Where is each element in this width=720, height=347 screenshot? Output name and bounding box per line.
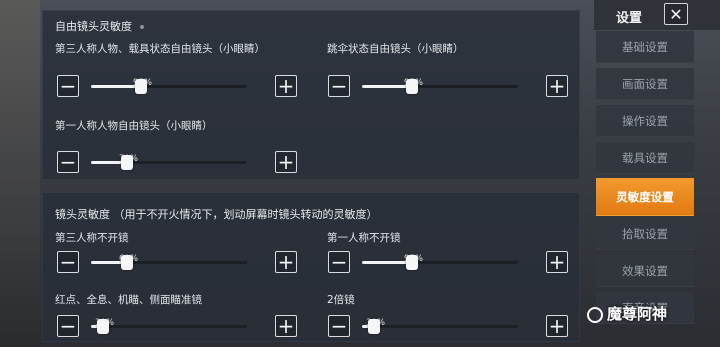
slider-third-person-free-camera: − 97% +	[57, 73, 307, 103]
watermark-text: 魔尊阿神	[607, 305, 668, 323]
slider-track[interactable]: 97%	[362, 78, 518, 94]
slider-label: 跳伞状态自由镜头（小眼睛）	[327, 43, 464, 55]
increase-button[interactable]: +	[546, 315, 568, 337]
section-title-text: 自由镜头灵敏度	[55, 20, 132, 33]
slider-thumb[interactable]	[368, 319, 380, 334]
decrease-button[interactable]: −	[57, 75, 79, 97]
minus-icon: −	[59, 250, 77, 274]
camera-sensitivity-panel: 镜头灵敏度 （用于不开火情况下，划动屏幕时镜头转动的灵敏度） 第三人称不开镜 −…	[42, 192, 580, 342]
slider-thumb[interactable]	[121, 155, 133, 170]
slider-red-dot-scope: − 30% +	[57, 313, 307, 341]
slider-label: 第一人称人物自由镜头（小眼睛）	[55, 120, 213, 132]
slider-label: 第一人称不开镜	[327, 232, 401, 244]
slider-first-person-free-camera: − 70% +	[57, 149, 307, 179]
plus-icon: +	[277, 74, 295, 98]
slider-label: 2倍镜	[327, 294, 355, 306]
minus-icon: −	[330, 250, 348, 274]
sidebar-item-vehicle[interactable]: 载具设置	[596, 142, 694, 174]
slider-label: 第三人称不开镜	[55, 232, 129, 244]
increase-button[interactable]: +	[275, 75, 297, 97]
slider-2x-scope: − 30% +	[328, 313, 578, 341]
increase-button[interactable]: +	[546, 251, 568, 273]
wechat-icon	[587, 306, 603, 323]
decrease-button[interactable]: −	[57, 315, 79, 337]
section-title-camera: 镜头灵敏度 （用于不开火情况下，划动屏幕时镜头转动的灵敏度）	[55, 208, 378, 221]
slider-third-person-no-scope: − 69% +	[57, 249, 307, 279]
sidebar-header: 设置 ✕	[594, 0, 720, 30]
slider-thumb[interactable]	[135, 79, 147, 94]
watermark: 魔尊阿神	[587, 303, 667, 324]
close-icon: ✕	[669, 4, 683, 24]
slider-track[interactable]: 69%	[91, 254, 247, 270]
decrease-button[interactable]: −	[57, 251, 79, 273]
sidebar-item-basic[interactable]: 基础设置	[596, 31, 694, 63]
slider-parachute-free-camera: − 97% +	[328, 73, 578, 103]
sidebar-item-controls[interactable]: 操作设置	[596, 105, 694, 137]
plus-icon: +	[548, 74, 566, 98]
plus-icon: +	[548, 314, 566, 338]
slider-track[interactable]: 70%	[91, 154, 247, 170]
slider-thumb[interactable]	[97, 319, 109, 334]
plus-icon: +	[277, 314, 295, 338]
minus-icon: −	[59, 74, 77, 98]
close-button[interactable]: ✕	[664, 3, 688, 25]
slider-track[interactable]: 97%	[91, 78, 247, 94]
slider-thumb[interactable]	[406, 79, 418, 94]
sidebar-item-sensitivity[interactable]: 灵敏度设置	[596, 178, 694, 216]
slider-track[interactable]: 30%	[362, 318, 518, 334]
minus-icon: −	[59, 314, 77, 338]
slider-label: 第三人称人物、载具状态自由镜头（小眼睛）	[55, 43, 265, 55]
minus-icon: −	[330, 314, 348, 338]
minus-icon: −	[330, 74, 348, 98]
decrease-button[interactable]: −	[328, 251, 350, 273]
free-camera-sensitivity-panel: 自由镜头灵敏度 第三人称人物、载具状态自由镜头（小眼睛） − 97% + 跳伞状…	[42, 10, 580, 180]
info-dot-icon	[140, 25, 144, 29]
section-title-free-camera: 自由镜头灵敏度	[55, 18, 144, 34]
slider-track[interactable]: 97%	[362, 254, 518, 270]
slider-thumb[interactable]	[121, 255, 133, 270]
slider-track[interactable]: 30%	[91, 318, 247, 334]
decrease-button[interactable]: −	[328, 75, 350, 97]
background-left	[0, 0, 40, 347]
sidebar-item-graphics[interactable]: 画面设置	[596, 68, 694, 100]
slider-label: 红点、全息、机瞄、侧面瞄准镜	[55, 294, 202, 306]
increase-button[interactable]: +	[275, 251, 297, 273]
minus-icon: −	[59, 150, 77, 174]
plus-icon: +	[277, 150, 295, 174]
sidebar-item-pickup[interactable]: 拾取设置	[596, 218, 694, 250]
slider-first-person-no-scope: − 97% +	[328, 249, 578, 279]
increase-button[interactable]: +	[275, 315, 297, 337]
sidebar-item-effects[interactable]: 效果设置	[596, 255, 694, 287]
settings-sidebar: 设置 ✕ 基础设置 画面设置 操作设置 载具设置 灵敏度设置 拾取设置 效果设置…	[594, 0, 720, 347]
plus-icon: +	[548, 250, 566, 274]
decrease-button[interactable]: −	[328, 315, 350, 337]
decrease-button[interactable]: −	[57, 151, 79, 173]
increase-button[interactable]: +	[546, 75, 568, 97]
plus-icon: +	[277, 250, 295, 274]
slider-thumb[interactable]	[406, 255, 418, 270]
increase-button[interactable]: +	[275, 151, 297, 173]
settings-title: 设置	[616, 11, 643, 26]
